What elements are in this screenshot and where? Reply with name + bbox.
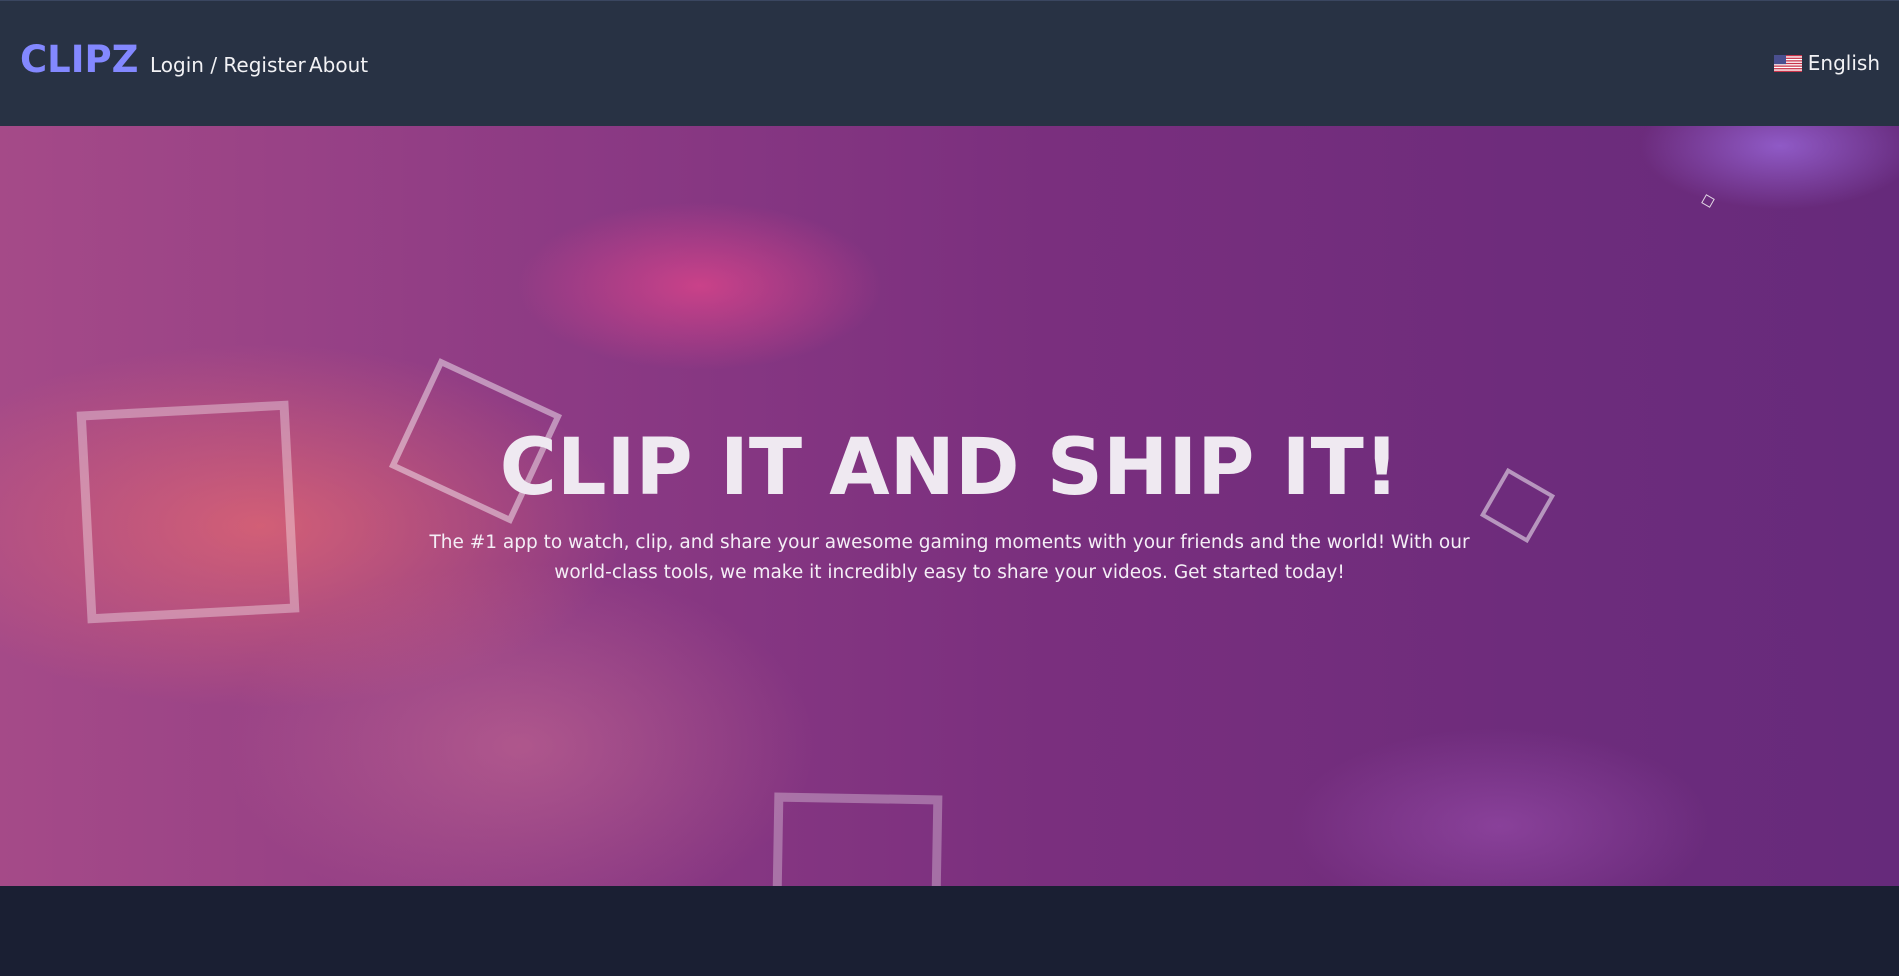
us-flag-icon (1773, 54, 1802, 72)
hero-banner: CLIP IT AND SHIP IT! The #1 app to watch… (0, 126, 1899, 886)
decorative-square-tiny (1701, 194, 1715, 208)
page-bottom-band (0, 886, 1899, 976)
hero-title: CLIP IT AND SHIP IT! (499, 423, 1400, 513)
nav-login-register-link[interactable]: Login / Register (150, 55, 306, 75)
language-label: English (1807, 51, 1880, 75)
decorative-square-bottom (771, 792, 943, 886)
language-selector[interactable]: English (1773, 51, 1880, 75)
top-navbar: CLIPZ Login / Register About English (0, 0, 1899, 126)
hero-subtitle: The #1 app to watch, clip, and share you… (429, 532, 1470, 583)
nav-about-link[interactable]: About (309, 55, 368, 75)
brand-logo[interactable]: CLIPZ (20, 41, 138, 78)
